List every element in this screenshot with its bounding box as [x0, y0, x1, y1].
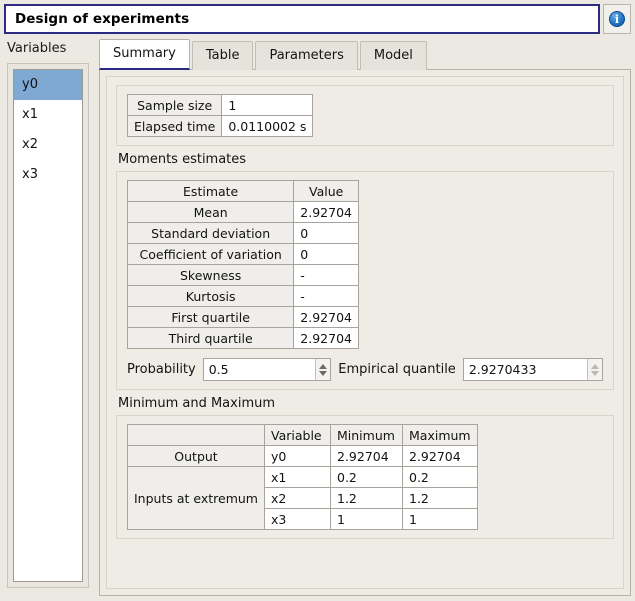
minmax-group-output: Output	[127, 445, 265, 467]
sample-info-group: Sample size 1 Elapsed time 0.0110002 s	[116, 85, 614, 146]
minmax-maximum: 2.92704	[402, 445, 478, 467]
sidebar-item-y0[interactable]: y0	[14, 70, 82, 100]
moments-row-value: -	[293, 285, 359, 307]
table-row: Output y0 2.92704 2.92704	[127, 445, 478, 467]
tab-parameters[interactable]: Parameters	[255, 41, 358, 70]
empirical-quantile-input[interactable]	[463, 359, 587, 380]
probability-label: Probability	[127, 362, 196, 377]
sidebar-item-x3[interactable]: x3	[14, 160, 82, 190]
minmax-header-variable: Variable	[264, 424, 331, 446]
minmax-table: Variable Minimum Maximum Output y0 2.927…	[127, 424, 478, 530]
moments-row-label: Mean	[126, 201, 295, 223]
table-row: Sample size 1	[126, 94, 314, 116]
moments-group: Estimate Value Mean 2.92704 Standard dev…	[116, 171, 614, 390]
title-bar: Design of experiments i	[4, 4, 631, 34]
minmax-group: Variable Minimum Maximum Output y0 2.927…	[116, 415, 614, 539]
table-row: First quartile 2.92704	[126, 306, 359, 328]
minmax-maximum: 0.2	[402, 466, 478, 488]
sample-size-value: 1	[221, 94, 314, 116]
moments-row-label: Coefficient of variation	[126, 243, 295, 265]
probability-spinner-arrows[interactable]	[315, 359, 331, 380]
sample-size-label: Sample size	[126, 94, 223, 116]
sample-info-table: Sample size 1 Elapsed time 0.0110002 s	[126, 94, 314, 137]
table-row: Elapsed time 0.0110002 s	[126, 115, 314, 137]
moments-row-value: 2.92704	[293, 306, 359, 328]
chevron-up-icon[interactable]	[319, 363, 328, 369]
empirical-quantile-spinner[interactable]	[462, 358, 603, 381]
info-button[interactable]: i	[603, 4, 631, 34]
variables-list[interactable]: y0 x1 x2 x3	[13, 69, 83, 582]
moments-row-label: Skewness	[126, 264, 295, 286]
moments-row-label: Standard deviation	[126, 222, 295, 244]
variables-list-frame: y0 x1 x2 x3	[7, 63, 89, 588]
moments-row-label: Third quartile	[126, 327, 295, 349]
table-row: Third quartile 2.92704	[126, 327, 359, 349]
minmax-minimum: 2.92704	[330, 445, 403, 467]
table-row: Mean 2.92704	[126, 201, 359, 223]
moments-row-value: 2.92704	[293, 327, 359, 349]
moments-row-value: -	[293, 264, 359, 286]
minmax-variable: x2	[264, 487, 331, 509]
moments-header-value: Value	[293, 180, 359, 202]
minmax-maximum: 1.2	[402, 487, 478, 509]
tab-table[interactable]: Table	[191, 41, 254, 70]
minmax-section-label: Minimum and Maximum	[118, 396, 276, 411]
sidebar-item-x2[interactable]: x2	[14, 130, 82, 160]
probability-input[interactable]	[203, 359, 316, 380]
tab-content-panel: Sample size 1 Elapsed time 0.0110002 s M…	[99, 69, 631, 596]
minmax-variable: x3	[264, 508, 331, 530]
title-field[interactable]: Design of experiments	[4, 4, 600, 34]
moments-row-value: 0	[293, 243, 359, 265]
tab-summary[interactable]: Summary	[99, 39, 190, 70]
moments-section-label: Moments estimates	[118, 152, 247, 167]
sidebar-item-x1[interactable]: x1	[14, 100, 82, 130]
minmax-header-blank	[127, 424, 265, 446]
minmax-header-minimum: Minimum	[330, 424, 403, 446]
summary-panel: Sample size 1 Elapsed time 0.0110002 s M…	[106, 76, 624, 589]
moments-row-label: Kurtosis	[126, 285, 295, 307]
variables-label: Variables	[7, 41, 67, 56]
tab-model[interactable]: Model	[359, 41, 427, 70]
page-title: Design of experiments	[15, 11, 190, 27]
info-icon: i	[609, 11, 625, 27]
minmax-maximum: 1	[402, 508, 478, 530]
chevron-down-icon[interactable]	[319, 370, 328, 376]
minmax-group-inputs: Inputs at extremum	[127, 466, 265, 530]
quantile-row: Probability Empirical quantile	[127, 358, 603, 381]
minmax-minimum: 0.2	[330, 466, 403, 488]
table-row: Standard deviation 0	[126, 222, 359, 244]
table-row: Inputs at extremum x1 0.2 0.2	[127, 466, 478, 530]
tab-bar: Summary Table Parameters Model	[99, 39, 429, 70]
table-header-row: Estimate Value	[126, 180, 359, 202]
empirical-quantile-label: Empirical quantile	[338, 362, 456, 377]
empirical-quantile-spinner-arrows	[587, 359, 602, 380]
probability-spinner[interactable]	[202, 358, 332, 381]
minmax-minimum: 1	[330, 508, 403, 530]
moments-table: Estimate Value Mean 2.92704 Standard dev…	[126, 180, 359, 349]
minmax-header-maximum: Maximum	[402, 424, 478, 446]
elapsed-time-label: Elapsed time	[126, 115, 223, 137]
chevron-up-icon	[591, 363, 599, 369]
table-row: Skewness -	[126, 264, 359, 286]
table-header-row: Variable Minimum Maximum	[127, 424, 478, 446]
elapsed-time-value: 0.0110002 s	[221, 115, 314, 137]
moments-row-label: First quartile	[126, 306, 295, 328]
minmax-minimum: 1.2	[330, 487, 403, 509]
minmax-variable: y0	[264, 445, 331, 467]
moments-row-value: 2.92704	[293, 201, 359, 223]
table-row: Kurtosis -	[126, 285, 359, 307]
moments-row-value: 0	[293, 222, 359, 244]
variables-sidebar: Variables y0 x1 x2 x3	[4, 40, 92, 596]
moments-header-estimate: Estimate	[126, 180, 295, 202]
minmax-variable: x1	[264, 466, 331, 488]
table-row: Coefficient of variation 0	[126, 243, 359, 265]
chevron-down-icon	[591, 370, 599, 376]
